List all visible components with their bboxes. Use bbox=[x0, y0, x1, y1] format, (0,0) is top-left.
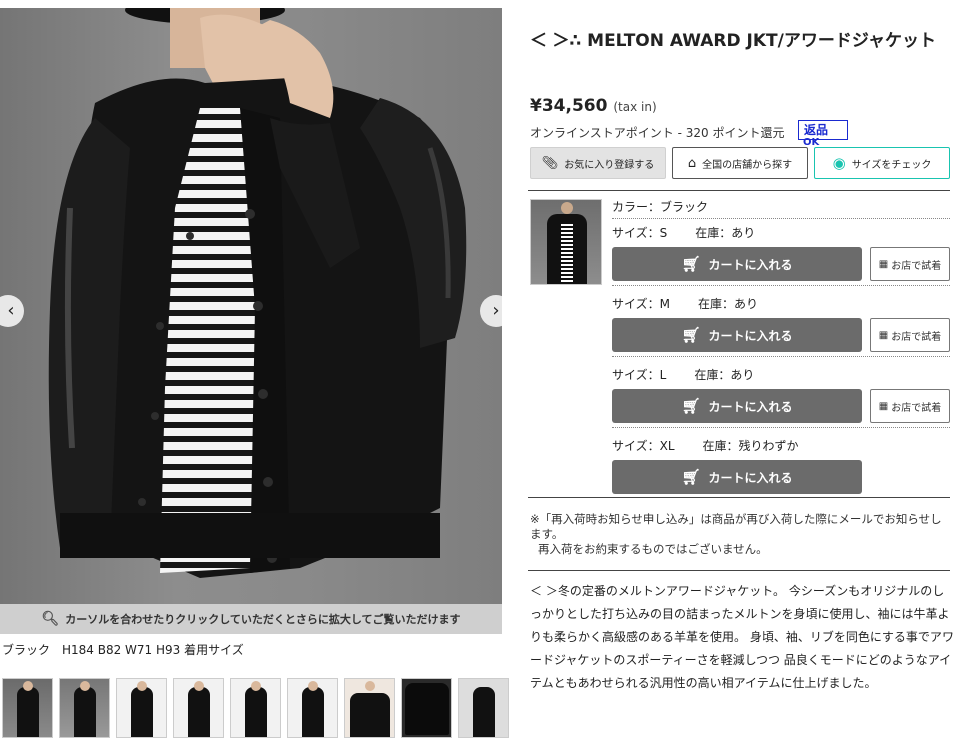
add-to-cart-button[interactable]: 🛒︎ カートに入れる bbox=[612, 460, 862, 494]
try-in-store-button[interactable]: ▦ お店で試着 bbox=[870, 389, 950, 423]
restock-notice-subline: 再入荷をお約束するものではございません。 bbox=[538, 542, 768, 556]
store-icon: ▦ bbox=[878, 329, 889, 341]
add-to-cart-label: カートに入れる bbox=[708, 470, 793, 485]
home-icon: ⌂ bbox=[687, 155, 697, 171]
cart-icon: 🛒︎ bbox=[681, 255, 701, 273]
cart-icon: 🛒︎ bbox=[681, 468, 701, 486]
add-to-cart-button[interactable]: 🛒︎ カートに入れる bbox=[612, 247, 862, 281]
size-stock-line: サイズ：XL 在庫：残りわずか bbox=[612, 437, 950, 457]
store-search-label: 全国の店舗から探す bbox=[702, 159, 793, 171]
size-stock-line: サイズ：M 在庫：あり bbox=[612, 295, 950, 315]
size-check-label: サイズをチェック bbox=[851, 159, 932, 171]
add-to-cart-label: カートに入れる bbox=[708, 328, 793, 343]
size-label: サイズ：S bbox=[612, 226, 668, 240]
thumbnail-item[interactable] bbox=[401, 678, 452, 738]
price-value: ¥34,560 bbox=[530, 96, 608, 116]
main-product-image[interactable]: ‹ › bbox=[0, 8, 502, 604]
variant-color-thumbnail[interactable] bbox=[530, 199, 602, 285]
size-stock-line: サイズ：L 在庫：あり bbox=[612, 366, 950, 386]
title-main: ＞∴ MELTON AWARD JKT/アワードジャケット bbox=[552, 31, 937, 51]
add-favorite-label: お気に入り登録する bbox=[564, 159, 655, 171]
add-to-cart-label: カートに入れる bbox=[708, 257, 793, 272]
zoom-hint-text: カーソルを合わせたりクリックしていただくとさらに拡大してご覧いただけます bbox=[65, 613, 461, 626]
product-price: ¥34,560 (tax in) bbox=[530, 96, 657, 116]
add-to-cart-label: カートに入れる bbox=[708, 399, 793, 414]
store-icon: ▦ bbox=[878, 258, 889, 270]
thumbnail-item[interactable] bbox=[59, 678, 110, 738]
product-title: ＜ ＞∴ MELTON AWARD JKT/アワードジャケット bbox=[530, 28, 950, 54]
thumbnail-item[interactable] bbox=[173, 678, 224, 738]
product-gallery: ‹ › 🔍︎ カーソルを合わせたりクリックしていただくとさらに拡大してご覧いただ… bbox=[0, 0, 512, 738]
divider bbox=[528, 497, 950, 498]
variant-color-label: カラー：ブラック bbox=[612, 198, 950, 219]
size-stock-line: サイズ：S 在庫：あり bbox=[612, 224, 950, 244]
restock-notice-line: ※「再入荷時お知らせ申し込み」は商品が再び入荷した際にメールでお知らせします。 bbox=[530, 512, 942, 541]
thumbnail-item[interactable] bbox=[116, 678, 167, 738]
divider bbox=[528, 570, 950, 571]
stock-label: 在庫：あり bbox=[694, 368, 755, 382]
product-description: ＜ ＞冬の定番のメルトンアワードジャケット。 今シーズンもオリジナルのしっかりと… bbox=[530, 580, 955, 695]
zoom-hint-bar[interactable]: 🔍︎ カーソルを合わせたりクリックしていただくとさらに拡大してご覧いただけます bbox=[0, 604, 502, 634]
description-prefix: ＜ bbox=[530, 584, 543, 598]
price-tax-note: (tax in) bbox=[613, 100, 657, 114]
add-to-cart-button[interactable]: 🛒︎ カートに入れる bbox=[612, 389, 862, 423]
title-prefix: ＜ bbox=[530, 31, 547, 51]
thumbnail-item[interactable] bbox=[287, 678, 338, 738]
try-in-store-label: お店で試着 bbox=[891, 260, 942, 272]
thumbnail-item[interactable] bbox=[458, 678, 509, 738]
divider bbox=[528, 190, 950, 191]
variant-size-l: サイズ：L 在庫：あり 🛒︎ カートに入れる ▦ お店で試着 bbox=[612, 366, 950, 428]
stock-label: 在庫：あり bbox=[695, 226, 756, 240]
cart-icon: 🛒︎ bbox=[681, 397, 701, 415]
size-check-button[interactable]: ◉ サイズをチェック bbox=[814, 147, 950, 179]
title-brand-blurred bbox=[547, 31, 552, 51]
description-brand-blurred bbox=[542, 584, 546, 598]
store-search-button[interactable]: ⌂ 全国の店舗から探す bbox=[672, 147, 808, 179]
variant-size-s: サイズ：S 在庫：あり 🛒︎ カートに入れる ▦ お店で試着 bbox=[612, 224, 950, 286]
image-caption: ブラック H184 B82 W71 H93 着用サイズ bbox=[2, 643, 244, 657]
thumbnail-item[interactable] bbox=[230, 678, 281, 738]
size-label: サイズ：L bbox=[612, 368, 667, 382]
search-icon: 🔍︎ bbox=[41, 611, 60, 627]
jacket-photo-illustration bbox=[48, 8, 467, 578]
action-buttons: 📎︎ お気に入り登録する ⌂ 全国の店舗から探す ◉ サイズをチェック bbox=[530, 147, 950, 179]
add-to-cart-button[interactable]: 🛒︎ カートに入れる bbox=[612, 318, 862, 352]
try-in-store-button[interactable]: ▦ お店で試着 bbox=[870, 318, 950, 352]
stock-label: 在庫：あり bbox=[698, 297, 759, 311]
size-label: サイズ：XL bbox=[612, 439, 675, 453]
try-in-store-label: お店で試着 bbox=[891, 331, 942, 343]
add-favorite-button[interactable]: 📎︎ お気に入り登録する bbox=[530, 147, 666, 179]
cart-icon: 🛒︎ bbox=[681, 326, 701, 344]
points-info: オンラインストアポイント - 320 ポイント還元 bbox=[530, 126, 785, 140]
thumbnail-item[interactable] bbox=[344, 678, 395, 738]
thumbnail-item[interactable] bbox=[2, 678, 53, 738]
stock-label: 在庫：残りわずか bbox=[702, 439, 799, 453]
size-label: サイズ：M bbox=[612, 297, 670, 311]
variant-size-m: サイズ：M 在庫：あり 🛒︎ カートに入れる ▦ お店で試着 bbox=[612, 295, 950, 357]
store-icon: ▦ bbox=[878, 400, 889, 412]
paperclip-icon: 📎︎ bbox=[541, 155, 559, 171]
variant-size-xl: サイズ：XL 在庫：残りわずか 🛒︎ カートに入れる bbox=[612, 437, 950, 494]
try-in-store-button[interactable]: ▦ お店で試着 bbox=[870, 247, 950, 281]
restock-notice: ※「再入荷時お知らせ申し込み」は商品が再び入荷した際にメールでお知らせします。 … bbox=[530, 512, 950, 557]
description-text: ＞冬の定番のメルトンアワードジャケット。 今シーズンもオリジナルのしっかりとした… bbox=[530, 584, 954, 690]
thumbnail-strip bbox=[2, 678, 509, 738]
measure-icon: ◉ bbox=[832, 154, 846, 172]
try-in-store-label: お店で試着 bbox=[891, 402, 942, 414]
